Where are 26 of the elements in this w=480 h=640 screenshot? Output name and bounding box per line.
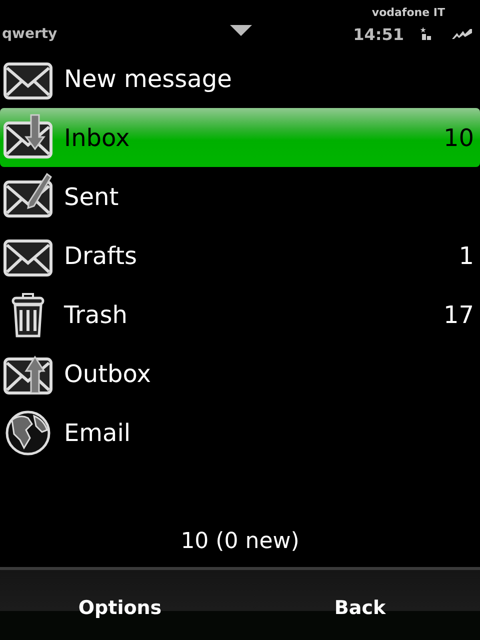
message-count: 10 <box>443 124 474 152</box>
back-softkey[interactable]: Back <box>240 567 480 640</box>
connection-icon <box>420 27 432 41</box>
folder-item[interactable]: Drafts 1 <box>0 226 480 285</box>
folder-name: New message <box>64 64 232 92</box>
folder-item[interactable]: Outbox <box>0 344 480 403</box>
folder-name: Email <box>64 418 131 446</box>
message-summary: 10 (0 new) <box>180 528 300 554</box>
folder-item[interactable]: Inbox 10 <box>0 108 480 167</box>
input-mode: qwerty <box>2 26 58 42</box>
folder-item[interactable]: Sent <box>0 167 480 226</box>
folder-item[interactable]: Email <box>0 403 480 462</box>
operator-name: vodafone IT <box>372 6 445 19</box>
folder-name: Trash <box>64 300 128 328</box>
clock-time: 14:51 <box>353 24 404 44</box>
folder-name: Sent <box>64 182 119 210</box>
message-count: 1 <box>458 242 474 270</box>
folder-name: Drafts <box>64 242 137 270</box>
message-count: 17 <box>443 300 474 328</box>
folder-name: Outbox <box>64 360 151 388</box>
dropdown-triangle-icon[interactable] <box>230 25 252 37</box>
options-softkey[interactable]: Options <box>0 567 240 640</box>
signal-icon <box>452 29 472 39</box>
folder-item[interactable]: Trash 17 <box>0 285 480 344</box>
folder-item[interactable]: New message <box>0 49 480 108</box>
folder-name: Inbox <box>64 124 130 152</box>
